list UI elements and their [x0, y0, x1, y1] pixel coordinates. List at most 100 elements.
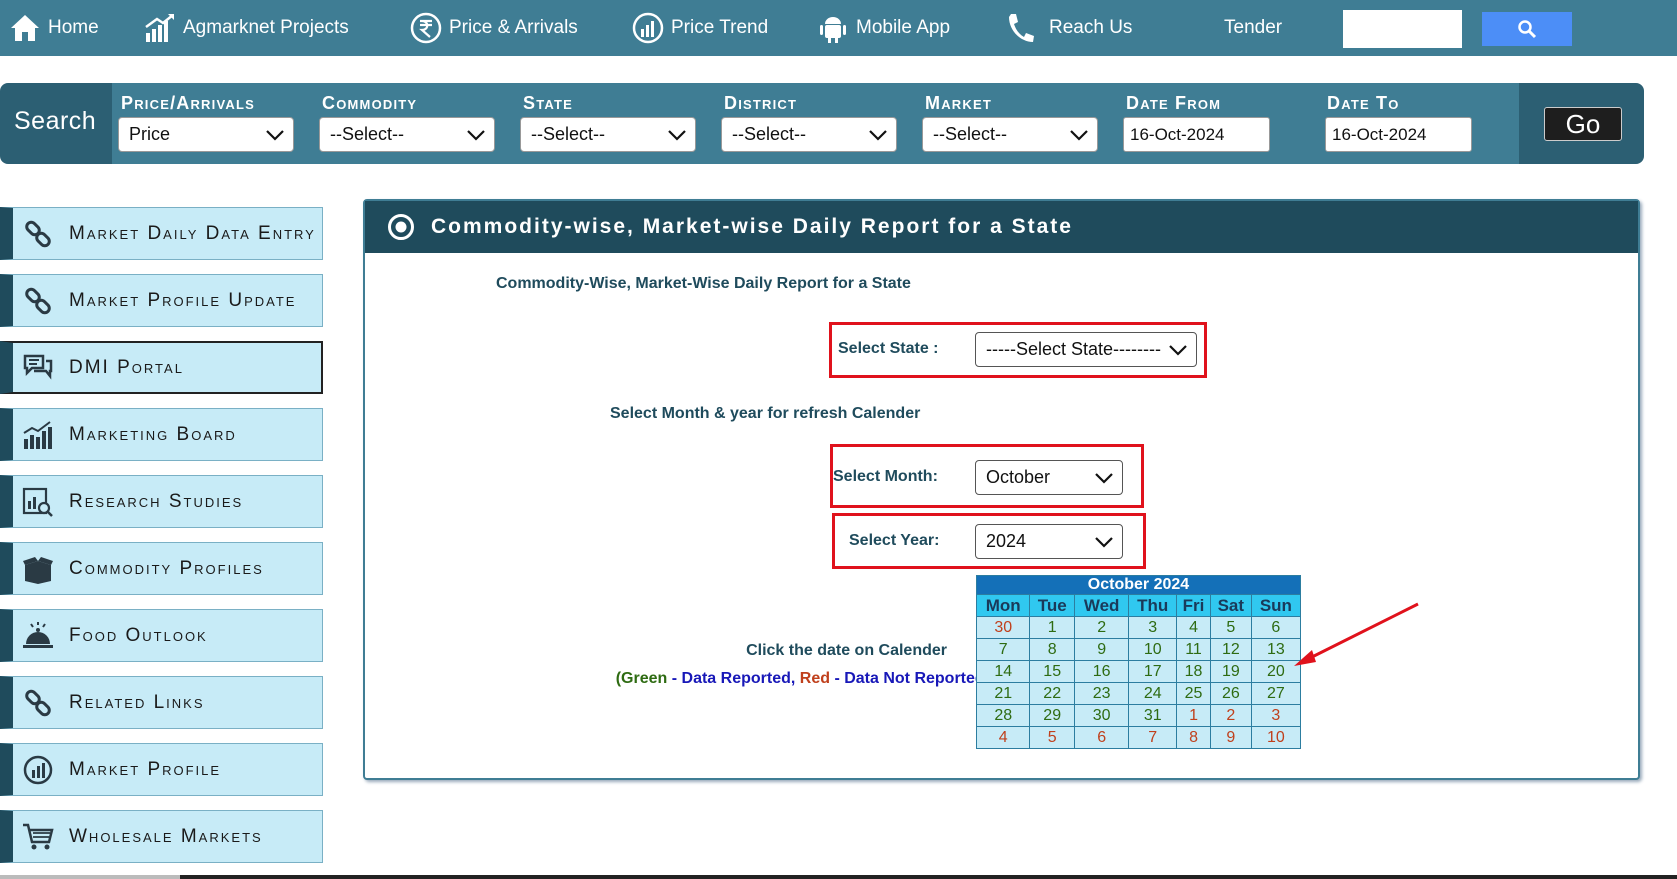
- link-icon: [21, 284, 55, 318]
- calendar-day[interactable]: 15: [1029, 660, 1075, 683]
- scrollbar-thumb[interactable]: [0, 875, 180, 879]
- calendar-day[interactable]: 4: [1176, 616, 1211, 639]
- calendar-day[interactable]: 8: [1176, 726, 1211, 749]
- sidebar-item-market-daily-data-entry[interactable]: Market Daily Data Entry: [0, 207, 323, 260]
- calendar-weekday: Wed: [1073, 594, 1130, 617]
- calendar-day[interactable]: 5: [1209, 616, 1252, 639]
- legend-dash-2: -: [830, 670, 845, 687]
- calendar-day[interactable]: 6: [1073, 726, 1130, 749]
- sidebar-item-commodity-profiles[interactable]: Commodity Profiles: [0, 542, 323, 595]
- nav-search-button[interactable]: [1482, 12, 1572, 46]
- calendar-day[interactable]: 3: [1250, 704, 1302, 727]
- calendar-day[interactable]: 9: [1073, 638, 1130, 661]
- calendar-day[interactable]: 1: [1029, 616, 1075, 639]
- calendar-day[interactable]: 16: [1073, 660, 1130, 683]
- select-state-dropdown[interactable]: -----Select State--------: [975, 332, 1197, 367]
- legend-dash-1: -: [667, 670, 682, 687]
- sidebar-item-label: Research Studies: [69, 490, 244, 512]
- sidebar-item-food-outlook[interactable]: Food Outlook: [0, 609, 323, 662]
- calendar: October 2024 Mon Tue Wed Thu Fri Sat Sun 30 1 2 3…: [975, 575, 1302, 749]
- calendar-day[interactable]: 1: [1176, 704, 1211, 727]
- market-gauge-icon: [21, 753, 55, 787]
- calendar-day[interactable]: 10: [1250, 726, 1302, 749]
- calendar-day[interactable]: 29: [1029, 704, 1075, 727]
- chat-bubbles-icon: [21, 351, 55, 385]
- select-year-label: Select Year:: [849, 532, 940, 549]
- state-label: State: [523, 93, 574, 113]
- select-state-label: Select State :: [838, 340, 939, 357]
- calendar-day[interactable]: 30: [1073, 704, 1130, 727]
- calendar-day[interactable]: 31: [1128, 704, 1178, 727]
- calendar-day[interactable]: 2: [1073, 616, 1130, 639]
- sidebar-item-wholesale-markets[interactable]: Wholesale Markets: [0, 810, 323, 863]
- legend-red-word: Red: [799, 670, 830, 687]
- calendar-day[interactable]: 9: [1209, 726, 1252, 749]
- search-bar: Search Price/Arrivals Price Commodity --…: [0, 83, 1644, 164]
- sidebar-item-label: Wholesale Markets: [69, 825, 263, 847]
- sidebar-item-research-studies[interactable]: Research Studies: [0, 475, 323, 528]
- food-cloche-icon: [21, 619, 55, 653]
- sidebar-item-label: Market Daily Data Entry: [69, 222, 316, 244]
- calendar-day[interactable]: 3: [1128, 616, 1178, 639]
- calendar-week-row: 7 8 9 10 11 12 13: [975, 638, 1302, 661]
- sidebar-item-market-profile-update[interactable]: Market Profile Update: [0, 274, 323, 327]
- calendar-day[interactable]: 5: [1029, 726, 1075, 749]
- nav-price-trend[interactable]: Price Trend: [631, 0, 768, 56]
- calendar-day[interactable]: 4: [975, 726, 1031, 749]
- sidebar-item-market-profile[interactable]: Market Profile: [0, 743, 323, 796]
- district-select[interactable]: --Select--: [721, 117, 897, 152]
- sidebar-item-dmi-portal[interactable]: DMI Portal: [0, 341, 323, 394]
- search-icon: [1518, 20, 1537, 39]
- calendar-day[interactable]: 23: [1073, 682, 1130, 705]
- calendar-weekday: Sat: [1209, 594, 1252, 617]
- market-select[interactable]: --Select--: [922, 117, 1098, 152]
- select-month-value: October: [986, 467, 1051, 487]
- calendar-day[interactable]: 14: [975, 660, 1031, 683]
- sidebar-item-label: Marketing Board: [69, 423, 237, 445]
- calendar-day[interactable]: 17: [1128, 660, 1178, 683]
- calendar-day[interactable]: 10: [1128, 638, 1178, 661]
- nav-price-arrivals[interactable]: Price & Arrivals: [409, 0, 578, 56]
- calendar-day[interactable]: 7: [1128, 726, 1178, 749]
- nav-tender[interactable]: Tender: [1224, 0, 1282, 56]
- calendar-day[interactable]: 7: [975, 638, 1031, 661]
- nav-home-label: Home: [48, 17, 99, 38]
- go-button[interactable]: Go: [1544, 107, 1622, 141]
- commodity-label: Commodity: [322, 93, 418, 113]
- nav-home[interactable]: Home: [8, 0, 99, 56]
- calendar-weekday: Thu: [1128, 594, 1178, 617]
- nav-reach-us[interactable]: Reach Us: [1003, 0, 1132, 56]
- calendar-day[interactable]: 25: [1176, 682, 1211, 705]
- calendar-day[interactable]: 28: [975, 704, 1031, 727]
- commodity-select[interactable]: --Select--: [319, 117, 495, 152]
- calendar-day[interactable]: 24: [1128, 682, 1178, 705]
- nav-mobile-app[interactable]: Mobile App: [816, 0, 950, 56]
- nav-agmarknet-projects[interactable]: Agmarknet Projects: [143, 0, 349, 56]
- calendar-day[interactable]: 27: [1250, 682, 1302, 705]
- nav-search-input[interactable]: [1343, 10, 1462, 48]
- horizontal-scrollbar[interactable]: [0, 875, 1677, 879]
- sidebar-item-marketing-board[interactable]: Marketing Board: [0, 408, 323, 461]
- calendar-day[interactable]: 12: [1209, 638, 1252, 661]
- calendar-day[interactable]: 30: [975, 616, 1031, 639]
- calendar-day[interactable]: 22: [1029, 682, 1075, 705]
- nav-price-arrivals-label: Price & Arrivals: [449, 17, 578, 38]
- calendar-day[interactable]: 8: [1029, 638, 1075, 661]
- calendar-day[interactable]: 26: [1209, 682, 1252, 705]
- state-select[interactable]: --Select--: [520, 117, 696, 152]
- cart-icon: [21, 820, 55, 854]
- date-to-input[interactable]: 16-Oct-2024: [1325, 117, 1472, 152]
- sidebar-item-related-links[interactable]: Related Links: [0, 676, 323, 729]
- calendar-day[interactable]: 2: [1209, 704, 1252, 727]
- panel-header: Commodity-wise, Market-wise Daily Report…: [365, 201, 1638, 253]
- select-year-dropdown[interactable]: 2024: [975, 524, 1123, 559]
- calendar-day[interactable]: 11: [1176, 638, 1211, 661]
- calendar-day[interactable]: 19: [1209, 660, 1252, 683]
- calendar-day[interactable]: 18: [1176, 660, 1211, 683]
- select-month-dropdown[interactable]: October: [975, 460, 1123, 495]
- annotation-arrow-icon: [1294, 602, 1419, 666]
- date-from-input[interactable]: 16-Oct-2024: [1123, 117, 1270, 152]
- calendar-day[interactable]: 21: [975, 682, 1031, 705]
- price-arrivals-select[interactable]: Price: [118, 117, 294, 152]
- district-label: District: [724, 93, 798, 113]
